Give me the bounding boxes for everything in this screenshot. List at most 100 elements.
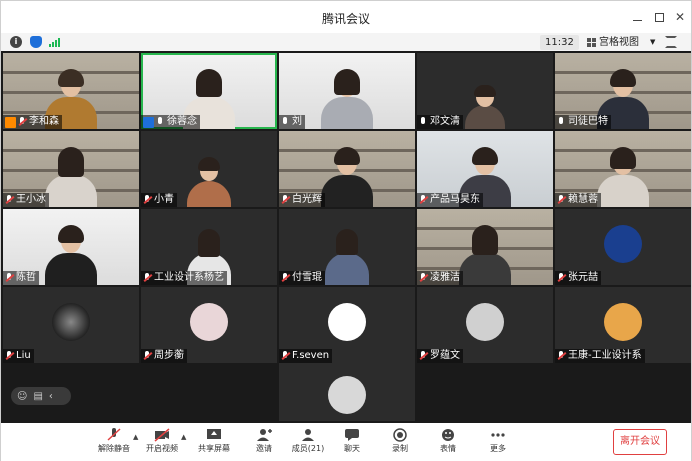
share-screen-label: 共享屏幕 xyxy=(198,444,230,453)
participant-label: 刘 xyxy=(279,115,305,129)
maximize-icon xyxy=(654,12,664,22)
participant-name: F.seven xyxy=(292,350,330,361)
mic-muted-icon xyxy=(281,273,290,283)
participant-video xyxy=(595,147,651,207)
avatar xyxy=(190,303,228,341)
participant-video xyxy=(319,147,375,207)
security-shield-icon[interactable] xyxy=(30,36,42,48)
more-button[interactable]: 更多 xyxy=(477,427,519,459)
video-tile[interactable]: 王小冰 xyxy=(3,131,139,207)
participant-name: 司徒巴特 xyxy=(568,116,608,127)
participant-name: 白光辉 xyxy=(292,194,322,205)
mic-muted-icon xyxy=(143,195,152,205)
bottom-toolbar: 解除静音 ▲ 开启视频 ▲ 共享屏幕 邀请 成员(21) 聊天 录制 表情 更多… xyxy=(1,423,691,461)
info-icon[interactable]: i xyxy=(10,36,22,48)
video-tile[interactable]: 徐蓉念 xyxy=(141,53,277,129)
start-video-label: 开启视频 xyxy=(146,444,178,453)
video-tile[interactable]: 司徒巴特 xyxy=(555,53,691,129)
meeting-info-bar: i 11:32 宫格视图 ▼ xyxy=(1,33,691,51)
meeting-window: 腾讯会议 ✕ i 11:32 宫格视图 ▼ 李和森 徐蓉念 刘 邓文清 司徒巴特… xyxy=(0,0,692,461)
video-tile[interactable]: 产品马昊东 xyxy=(417,131,553,207)
participant-name: 周步蘅 xyxy=(154,350,184,361)
view-mode-label: 宫格视图 xyxy=(599,37,639,48)
mic-muted-icon xyxy=(143,351,152,361)
mic-muted-icon xyxy=(143,273,152,283)
participant-name: 工业设计系杨艺 xyxy=(154,272,224,283)
video-tile[interactable]: 周步蘅 xyxy=(141,287,277,363)
video-tile[interactable]: 邓文清 xyxy=(417,53,553,129)
participant-name: 产品马昊东 xyxy=(430,194,480,205)
video-tile[interactable]: Liu xyxy=(3,287,139,363)
video-tile[interactable]: 王康-工业设计系 xyxy=(555,287,691,363)
mic-muted-icon xyxy=(419,351,428,361)
participant-label: 罗蕴文 xyxy=(417,349,463,363)
more-dots-icon xyxy=(490,427,506,441)
participant-video xyxy=(325,225,369,285)
mic-muted-icon xyxy=(18,117,27,127)
chat-bubble-icon[interactable]: ▤ xyxy=(33,391,42,402)
participant-label: 司徒巴特 xyxy=(555,115,611,129)
participant-video xyxy=(187,157,231,207)
network-signal-icon[interactable] xyxy=(49,37,60,47)
video-tile[interactable]: 陈哲 xyxy=(3,209,139,285)
reactions-button[interactable]: 表情 xyxy=(427,427,469,459)
video-tile[interactable]: 张元喆 xyxy=(555,209,691,285)
chat-button[interactable]: 聊天 xyxy=(331,427,373,459)
members-button[interactable]: 成员(21) xyxy=(287,427,329,459)
participant-label: 邓文清 xyxy=(417,115,463,129)
share-screen-button[interactable]: 共享屏幕 xyxy=(193,427,235,459)
members-icon xyxy=(300,427,316,441)
participant-name: 张元喆 xyxy=(568,272,598,283)
participant-label: 小青 xyxy=(141,193,177,207)
participant-label: 李和森 xyxy=(3,115,62,129)
mic-muted-icon xyxy=(5,195,14,205)
video-grid: 李和森 徐蓉念 刘 邓文清 司徒巴特 王小冰 小青 白光辉 产品马昊东 赖慧蓉 … xyxy=(1,51,691,423)
avatar xyxy=(328,303,366,341)
participant-name: 王小冰 xyxy=(16,194,46,205)
participant-label: 周步蘅 xyxy=(141,349,187,363)
fullscreen-icon[interactable] xyxy=(665,36,677,48)
mic-muted-icon xyxy=(419,273,428,283)
leave-meeting-button[interactable]: 离开会议 xyxy=(613,429,667,455)
cohost-badge-icon xyxy=(143,116,154,128)
members-label: 成员(21) xyxy=(291,444,325,453)
participant-label: 白光辉 xyxy=(279,193,325,207)
video-tile[interactable]: F.seven xyxy=(279,287,415,363)
video-tile[interactable]: 罗蕴文 xyxy=(417,287,553,363)
start-video-button[interactable]: 开启视频 xyxy=(141,427,183,459)
record-button[interactable]: 录制 xyxy=(379,427,421,459)
video-tile[interactable] xyxy=(279,363,415,421)
caret-up-icon[interactable]: ▲ xyxy=(133,433,138,441)
video-tile[interactable]: 小青 xyxy=(141,131,277,207)
video-tile[interactable]: 赖慧蓉 xyxy=(555,131,691,207)
participant-name: 王康-工业设计系 xyxy=(568,350,642,361)
view-mode-button[interactable]: 宫格视图 ▼ xyxy=(587,35,655,50)
minimize-button[interactable] xyxy=(628,8,646,26)
unmute-label: 解除静音 xyxy=(98,444,130,453)
invite-button[interactable]: 邀请 xyxy=(243,427,285,459)
participant-name: 陈哲 xyxy=(16,272,36,283)
avatar xyxy=(328,376,366,414)
participant-label: 赖慧蓉 xyxy=(555,193,601,207)
mic-muted-icon xyxy=(557,351,566,361)
video-tile[interactable]: 刘 xyxy=(279,53,415,129)
reaction-chat-pill[interactable]: ☺ ▤ ‹ xyxy=(11,387,71,405)
video-tile[interactable]: 凌雅洁 xyxy=(417,209,553,285)
caret-up-icon[interactable]: ▲ xyxy=(181,433,186,441)
close-button[interactable]: ✕ xyxy=(671,8,689,26)
video-tile[interactable]: 李和森 xyxy=(3,53,139,129)
emoji-icon[interactable]: ☺ xyxy=(17,391,27,402)
avatar xyxy=(52,303,90,341)
window-title: 腾讯会议 xyxy=(321,12,370,26)
video-tile[interactable]: 付雪琨 xyxy=(279,209,415,285)
mic-muted-icon xyxy=(557,195,566,205)
unmute-button[interactable]: 解除静音 xyxy=(93,427,135,459)
participant-video xyxy=(43,225,99,285)
participant-label: 工业设计系杨艺 xyxy=(141,271,227,285)
mic-muted-icon xyxy=(281,195,290,205)
video-tile[interactable]: 白光辉 xyxy=(279,131,415,207)
chevron-left-icon[interactable]: ‹ xyxy=(49,391,53,402)
video-tile[interactable]: 工业设计系杨艺 xyxy=(141,209,277,285)
maximize-button[interactable] xyxy=(650,8,668,26)
video-off-icon xyxy=(154,427,170,442)
